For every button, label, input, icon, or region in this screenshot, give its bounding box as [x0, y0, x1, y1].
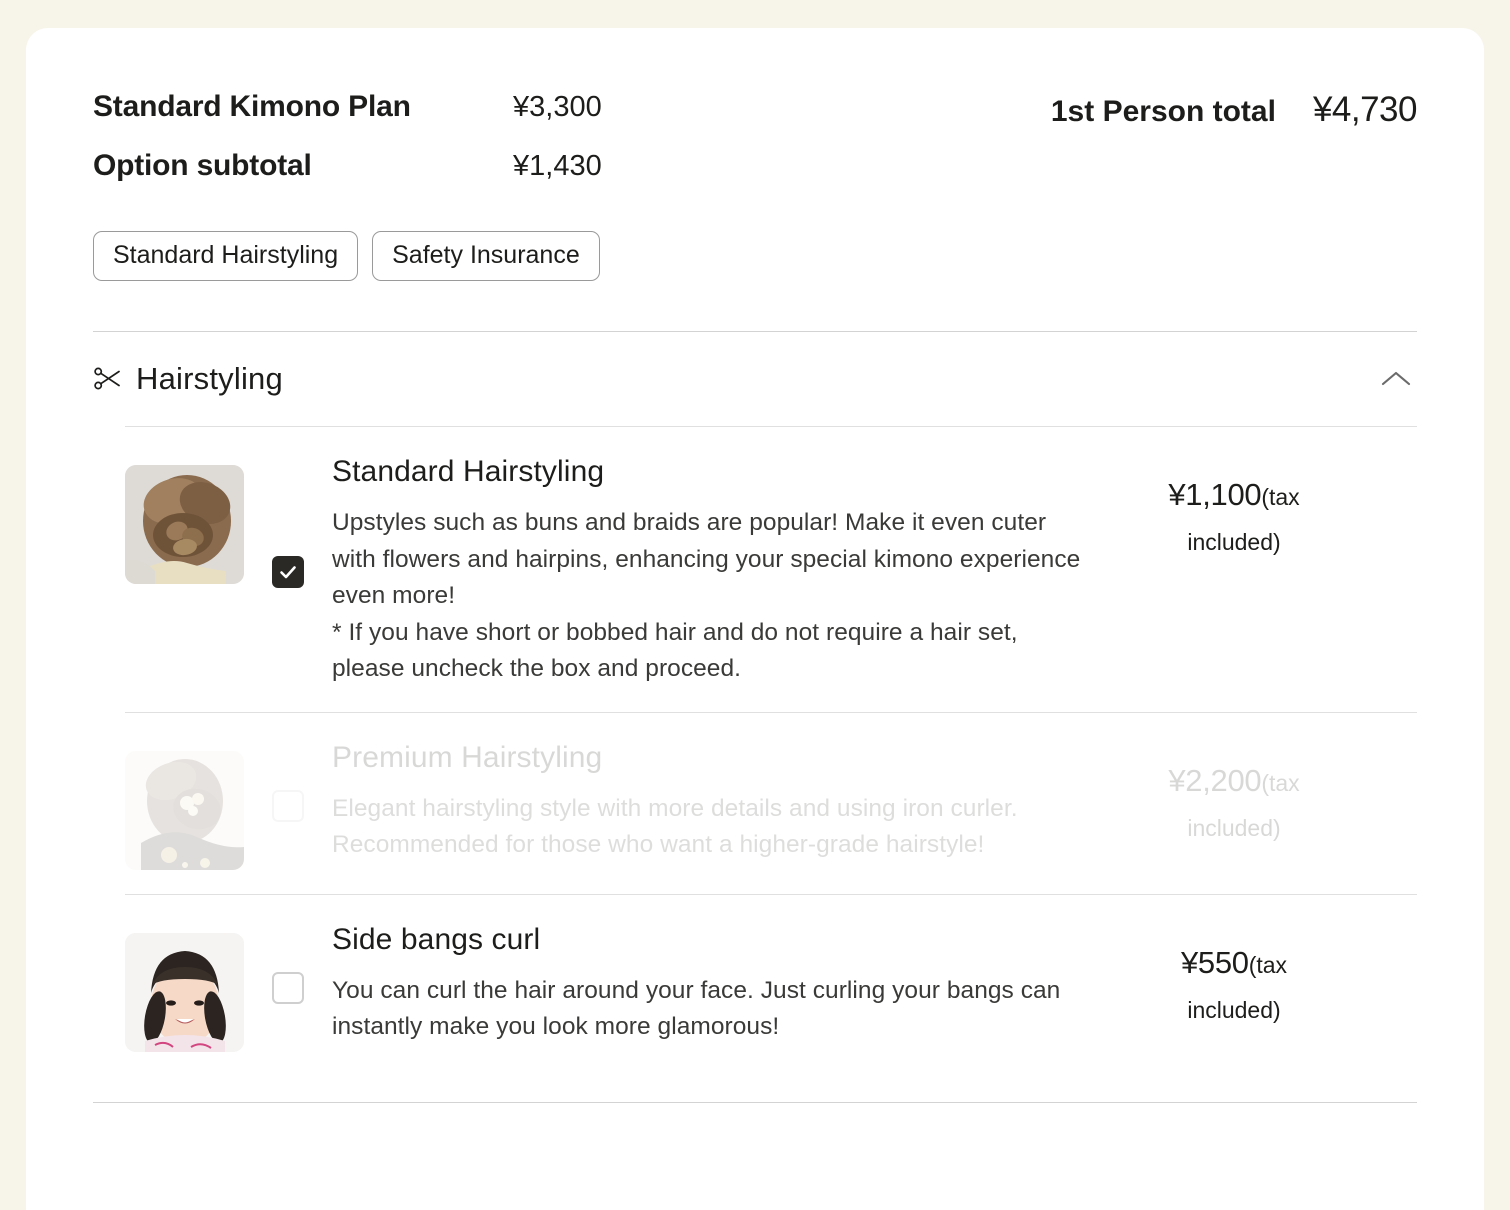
- option-row-standard-hairstyling[interactable]: Standard Hairstyling Upstyles such as bu…: [93, 427, 1417, 712]
- option-price-tax-open: (tax: [1248, 951, 1288, 978]
- checkbox-standard-hairstyling[interactable]: [272, 556, 304, 589]
- option-price-tax-close: included): [1187, 529, 1281, 555]
- option-price: ¥550(tax included): [1116, 921, 1352, 1024]
- chip-safety-insurance[interactable]: Safety Insurance: [372, 231, 600, 281]
- scissors-icon: [93, 364, 123, 394]
- option-subtotal-label: Option subtotal: [93, 149, 312, 182]
- chip-standard-hairstyling[interactable]: Standard Hairstyling: [93, 231, 359, 281]
- total-label: 1st Person total: [1050, 95, 1276, 128]
- option-title: Side bangs curl: [332, 922, 541, 956]
- option-description: Upstyles such as buns and braids are pop…: [332, 509, 1081, 682]
- option-price: ¥1,100(tax included): [1116, 453, 1352, 556]
- option-checkbox-cell[interactable]: [244, 552, 332, 589]
- option-description: You can curl the hair around your face. …: [332, 976, 1061, 1041]
- check-icon: [280, 566, 296, 579]
- option-title: Standard Hairstyling: [332, 455, 605, 488]
- option-price-tax-open: (tax: [1261, 484, 1300, 510]
- option-price-amount: ¥2,200: [1168, 762, 1262, 798]
- option-price-amount: ¥1,100: [1168, 477, 1262, 512]
- option-row-side-bangs-curl[interactable]: Side bangs curl You can curl the hair ar…: [93, 895, 1417, 1076]
- option-row-premium-hairstyling: Premium Hairstyling Elegant hairstyling …: [93, 713, 1417, 894]
- chevron-up-icon[interactable]: [1379, 369, 1413, 389]
- option-title: Premium Hairstyling: [332, 740, 603, 774]
- plan-label: Standard Kimono Plan: [93, 90, 411, 123]
- booking-card: Standard Kimono Plan ¥3,300 Option subto…: [26, 28, 1484, 1210]
- option-price: ¥2,200(tax included): [1116, 739, 1352, 842]
- price-summary: Standard Kimono Plan ¥3,300 Option subto…: [93, 28, 1418, 183]
- option-thumbnail: [125, 932, 244, 1052]
- option-text-block: Standard Hairstyling Upstyles such as bu…: [332, 453, 1116, 688]
- total-price: ¥4,730: [1312, 90, 1418, 129]
- checkbox-side-bangs-curl[interactable]: [272, 972, 304, 1004]
- section-header-hairstyling[interactable]: Hairstyling: [93, 332, 1417, 426]
- option-subtotal-row: Option subtotal ¥1,430: [93, 149, 1417, 183]
- option-subtotal-price: ¥1,430: [513, 150, 602, 182]
- option-description: Elegant hairstyling style with more deta…: [332, 794, 1018, 859]
- option-text-block: Side bangs curl You can curl the hair ar…: [332, 921, 1116, 1046]
- option-price-tax-close: included): [1187, 814, 1281, 841]
- option-checkbox-cell[interactable]: [244, 968, 332, 1004]
- checkbox-premium-hairstyling: [272, 790, 304, 822]
- first-person-total: 1st Person total ¥4,730: [1050, 90, 1418, 130]
- section-title: Hairstyling: [136, 361, 283, 396]
- section-bottom-divider: [93, 1101, 1417, 1103]
- option-price-amount: ¥550: [1180, 944, 1249, 980]
- option-checkbox-cell: [244, 786, 332, 822]
- option-price-tax-close: included): [1187, 996, 1281, 1023]
- selected-options-chips: Standard Hairstyling Safety Insurance: [93, 231, 1417, 281]
- plan-price: ¥3,300: [513, 91, 602, 123]
- option-thumbnail: [125, 750, 244, 870]
- option-text-block: Premium Hairstyling Elegant hairstyling …: [332, 739, 1116, 864]
- option-price-tax-open: (tax: [1261, 769, 1300, 796]
- page-background: Standard Kimono Plan ¥3,300 Option subto…: [0, 0, 1510, 1210]
- option-thumbnail: [125, 465, 244, 584]
